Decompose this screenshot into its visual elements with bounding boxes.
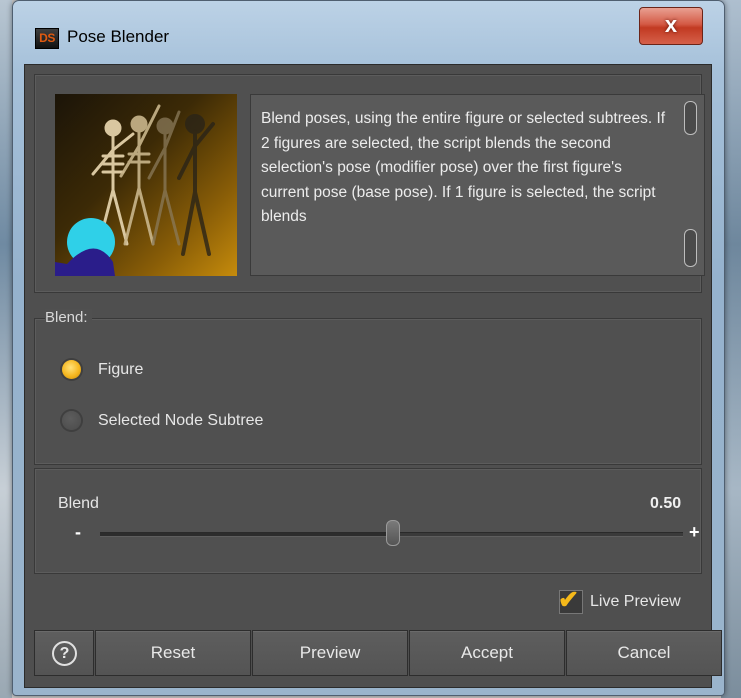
blend-slider-value[interactable]: 0.50 <box>650 495 681 513</box>
help-icon: ? <box>52 641 77 666</box>
title-bar[interactable]: DS Pose Blender x <box>13 1 724 61</box>
blend-slider-label: Blend <box>58 495 99 512</box>
slider-panel <box>34 468 702 574</box>
description-box[interactable]: Blend poses, using the entire figure or … <box>250 94 705 276</box>
radio-selected-node-subtree[interactable]: Selected Node Subtree <box>62 411 263 430</box>
window-title: Pose Blender <box>67 27 170 46</box>
script-thumbnail-image <box>55 94 237 276</box>
radio-figure-label: Figure <box>98 360 144 378</box>
slider-decrement-button[interactable]: - <box>75 522 81 543</box>
checkmark-icon: ✔ <box>558 586 579 614</box>
accept-focus-ring: Accept <box>461 643 513 662</box>
scrollbar-arrows-icon[interactable] <box>684 229 697 267</box>
blend-group-panel <box>34 318 702 465</box>
reset-button[interactable]: Reset <box>95 630 251 676</box>
blend-slider-fill <box>100 533 392 536</box>
description-text: Blend poses, using the entire figure or … <box>261 110 666 225</box>
blend-group-legend: Blend: <box>45 309 92 326</box>
blend-slider-handle[interactable] <box>385 520 400 546</box>
pose-blender-window: DS Pose Blender x Blend poses, using the… <box>12 0 725 696</box>
desktop-background-left <box>0 0 12 698</box>
daz-studio-app-icon: DS <box>35 28 59 49</box>
button-bar: ? Reset Preview Accept Cancel <box>34 630 722 678</box>
accept-button[interactable]: Accept <box>409 630 565 676</box>
cancel-button[interactable]: Cancel <box>566 630 722 676</box>
checkbox-box[interactable]: ✔ <box>558 586 583 614</box>
preview-button[interactable]: Preview <box>252 630 408 676</box>
slider-increment-button[interactable]: + <box>689 522 700 543</box>
description-scrollbar[interactable] <box>683 101 697 267</box>
close-button[interactable]: x <box>639 7 703 45</box>
scrollbar-grip-icon[interactable] <box>684 101 697 135</box>
help-button[interactable]: ? <box>34 630 94 676</box>
radio-subtree-label: Selected Node Subtree <box>98 411 264 429</box>
radio-figure[interactable]: Figure <box>62 360 143 379</box>
radio-unselected-icon[interactable] <box>62 411 81 430</box>
live-preview-checkbox[interactable]: ✔ Live Preview <box>558 586 681 614</box>
radio-selected-icon[interactable] <box>62 360 81 379</box>
live-preview-label: Live Preview <box>590 593 681 610</box>
